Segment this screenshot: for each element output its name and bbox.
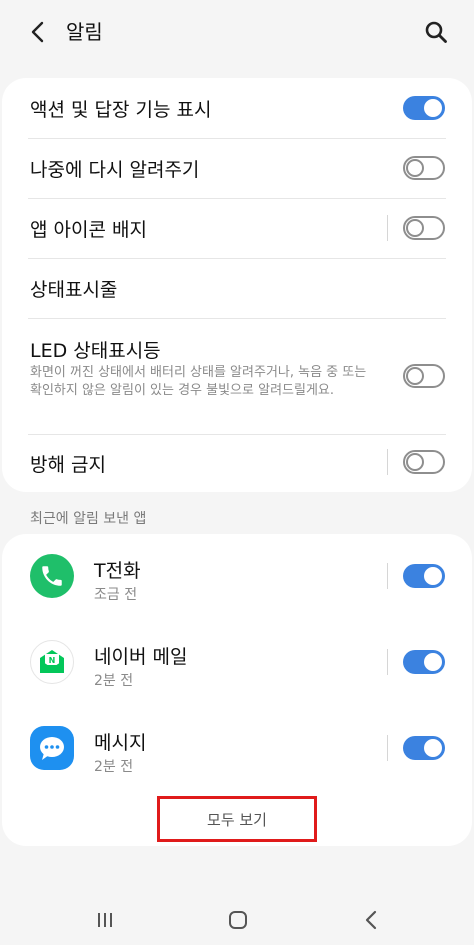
navigation-bar (0, 895, 474, 945)
app-name: 메시지 (94, 732, 147, 754)
do-not-disturb-label: 방해 금지 (30, 454, 106, 476)
remind-later-row[interactable]: 나중에 다시 알려주기 (2, 138, 472, 198)
app-row-naver-mail[interactable]: N 네이버 메일 2분 전 (2, 620, 472, 706)
status-bar-row[interactable]: 상태표시줄 (2, 258, 472, 318)
home-icon (229, 911, 247, 929)
search-icon (425, 21, 447, 43)
recent-apps-icon (98, 913, 112, 927)
led-indicator-description: 화면이 꺼진 상태에서 배터리 상태를 알려주거나, 녹음 중 또는 확인하지 … (30, 365, 367, 398)
remind-later-toggle[interactable] (403, 156, 445, 180)
action-reply-row[interactable]: 액션 및 답장 기능 표시 (2, 78, 472, 138)
app-time: 조금 전 (94, 587, 138, 603)
app-row-messages[interactable]: 메시지 2분 전 (2, 706, 472, 792)
app-row-tphone[interactable]: T전화 조금 전 (2, 534, 472, 620)
top-bar: 알림 (0, 0, 474, 64)
recent-apps-button[interactable] (85, 903, 125, 937)
app-time: 2분 전 (94, 759, 134, 775)
vertical-separator (387, 735, 388, 761)
led-indicator-row[interactable]: LED 상태표시등 화면이 꺼진 상태에서 배터리 상태를 알려주거나, 녹음 … (2, 318, 472, 434)
status-bar-label: 상태표시줄 (30, 279, 118, 301)
led-indicator-toggle[interactable] (403, 364, 445, 388)
action-reply-toggle[interactable] (403, 96, 445, 120)
tphone-toggle[interactable] (403, 564, 445, 588)
page-title: 알림 (66, 20, 103, 44)
view-all-button[interactable]: 모두 보기 (157, 796, 317, 842)
app-name: T전화 (94, 560, 141, 582)
svg-text:N: N (49, 656, 56, 665)
action-reply-label: 액션 및 답장 기능 표시 (30, 99, 212, 121)
vertical-separator (387, 563, 388, 589)
led-indicator-label: LED 상태표시등 (30, 340, 161, 362)
settings-card: 액션 및 답장 기능 표시 나중에 다시 알려주기 앱 아이콘 배지 상태표시줄… (2, 78, 472, 492)
home-button[interactable] (218, 903, 258, 937)
do-not-disturb-toggle[interactable] (403, 450, 445, 474)
app-icon-badge-toggle[interactable] (403, 216, 445, 240)
naver-mail-toggle[interactable] (403, 650, 445, 674)
search-button[interactable] (420, 16, 452, 48)
do-not-disturb-row[interactable]: 방해 금지 (2, 434, 472, 492)
app-time: 2분 전 (94, 673, 134, 689)
vertical-separator (387, 649, 388, 675)
message-icon (30, 726, 74, 770)
app-icon-badge-row[interactable]: 앱 아이콘 배지 (2, 198, 472, 258)
recent-apps-section-label: 최근에 알림 보낸 앱 (30, 511, 147, 527)
naver-mail-icon: N (30, 640, 74, 684)
back-arrow-icon (365, 910, 377, 930)
vertical-separator (387, 215, 388, 241)
chevron-left-icon (31, 21, 44, 43)
vertical-separator (387, 449, 388, 475)
system-back-button[interactable] (351, 903, 391, 937)
app-icon-badge-label: 앱 아이콘 배지 (30, 219, 147, 241)
messages-toggle[interactable] (403, 736, 445, 760)
remind-later-label: 나중에 다시 알려주기 (30, 159, 200, 181)
back-button[interactable] (24, 18, 52, 46)
app-name: 네이버 메일 (94, 646, 188, 668)
phone-icon (30, 554, 74, 598)
